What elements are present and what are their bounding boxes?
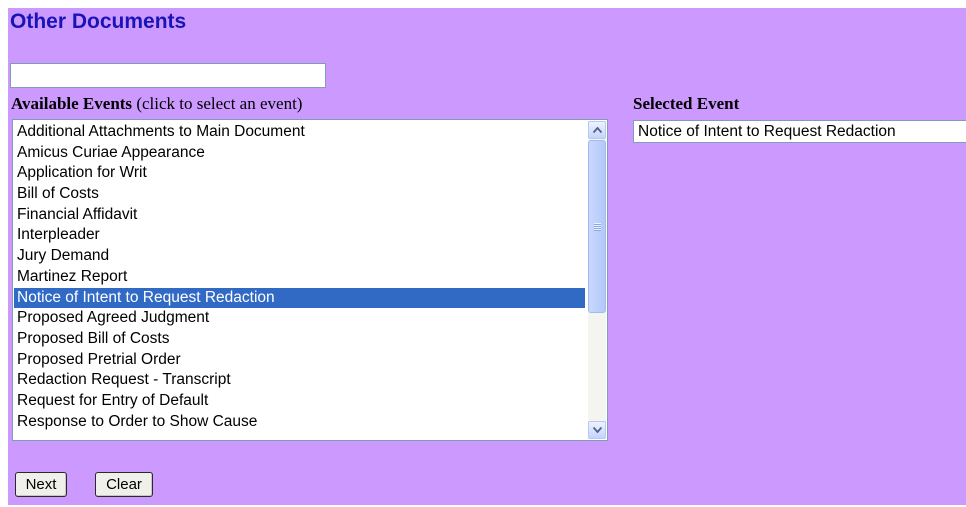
available-events-label-bold: Available Events — [11, 94, 133, 113]
available-events-list: Additional Attachments to Main Document A… — [14, 122, 585, 432]
page-title: Other Documents — [10, 10, 187, 33]
listbox-scrollbar[interactable] — [588, 121, 606, 439]
available-events-listbox[interactable]: Additional Attachments to Main Document A… — [12, 119, 608, 441]
list-item[interactable]: Financial Affidavit — [14, 205, 585, 226]
list-item[interactable]: Redaction Request - Transcript — [14, 370, 585, 391]
list-item[interactable]: Request for Entry of Default — [14, 391, 585, 412]
selected-event-label: Selected Event — [633, 94, 740, 113]
arrow-down-icon — [592, 427, 602, 433]
event-panel: Other Documents Available Events (click … — [8, 8, 966, 505]
list-item[interactable]: Application for Writ — [14, 163, 585, 184]
selected-event-field[interactable]: Notice of Intent to Request Redaction — [633, 120, 966, 143]
list-item[interactable]: Amicus Curiae Appearance — [14, 143, 585, 164]
list-item[interactable]: Proposed Pretrial Order — [14, 350, 585, 371]
list-item[interactable]: Interpleader — [14, 225, 585, 246]
available-events-label-hint: (click to select an event) — [132, 94, 303, 113]
arrow-up-icon — [592, 127, 602, 133]
list-item[interactable]: Additional Attachments to Main Document — [14, 122, 585, 143]
scroll-up-button[interactable] — [588, 121, 606, 139]
list-item[interactable]: Bill of Costs — [14, 184, 585, 205]
list-item[interactable]: Response to Order to Show Cause — [14, 412, 585, 433]
scroll-grip — [594, 223, 601, 231]
next-button[interactable]: Next — [15, 472, 67, 497]
scroll-down-button[interactable] — [588, 421, 606, 439]
event-search-input[interactable] — [10, 63, 326, 88]
available-events-label: Available Events (click to select an eve… — [11, 94, 302, 114]
list-item[interactable]: Martinez Report — [14, 267, 585, 288]
list-item-selected[interactable]: Notice of Intent to Request Redaction — [14, 287, 585, 309]
list-item[interactable]: Jury Demand — [14, 246, 585, 267]
clear-button[interactable]: Clear — [95, 472, 153, 497]
scroll-thumb[interactable] — [588, 140, 606, 313]
list-item[interactable]: Proposed Agreed Judgment — [14, 308, 585, 329]
list-item[interactable]: Proposed Bill of Costs — [14, 329, 585, 350]
